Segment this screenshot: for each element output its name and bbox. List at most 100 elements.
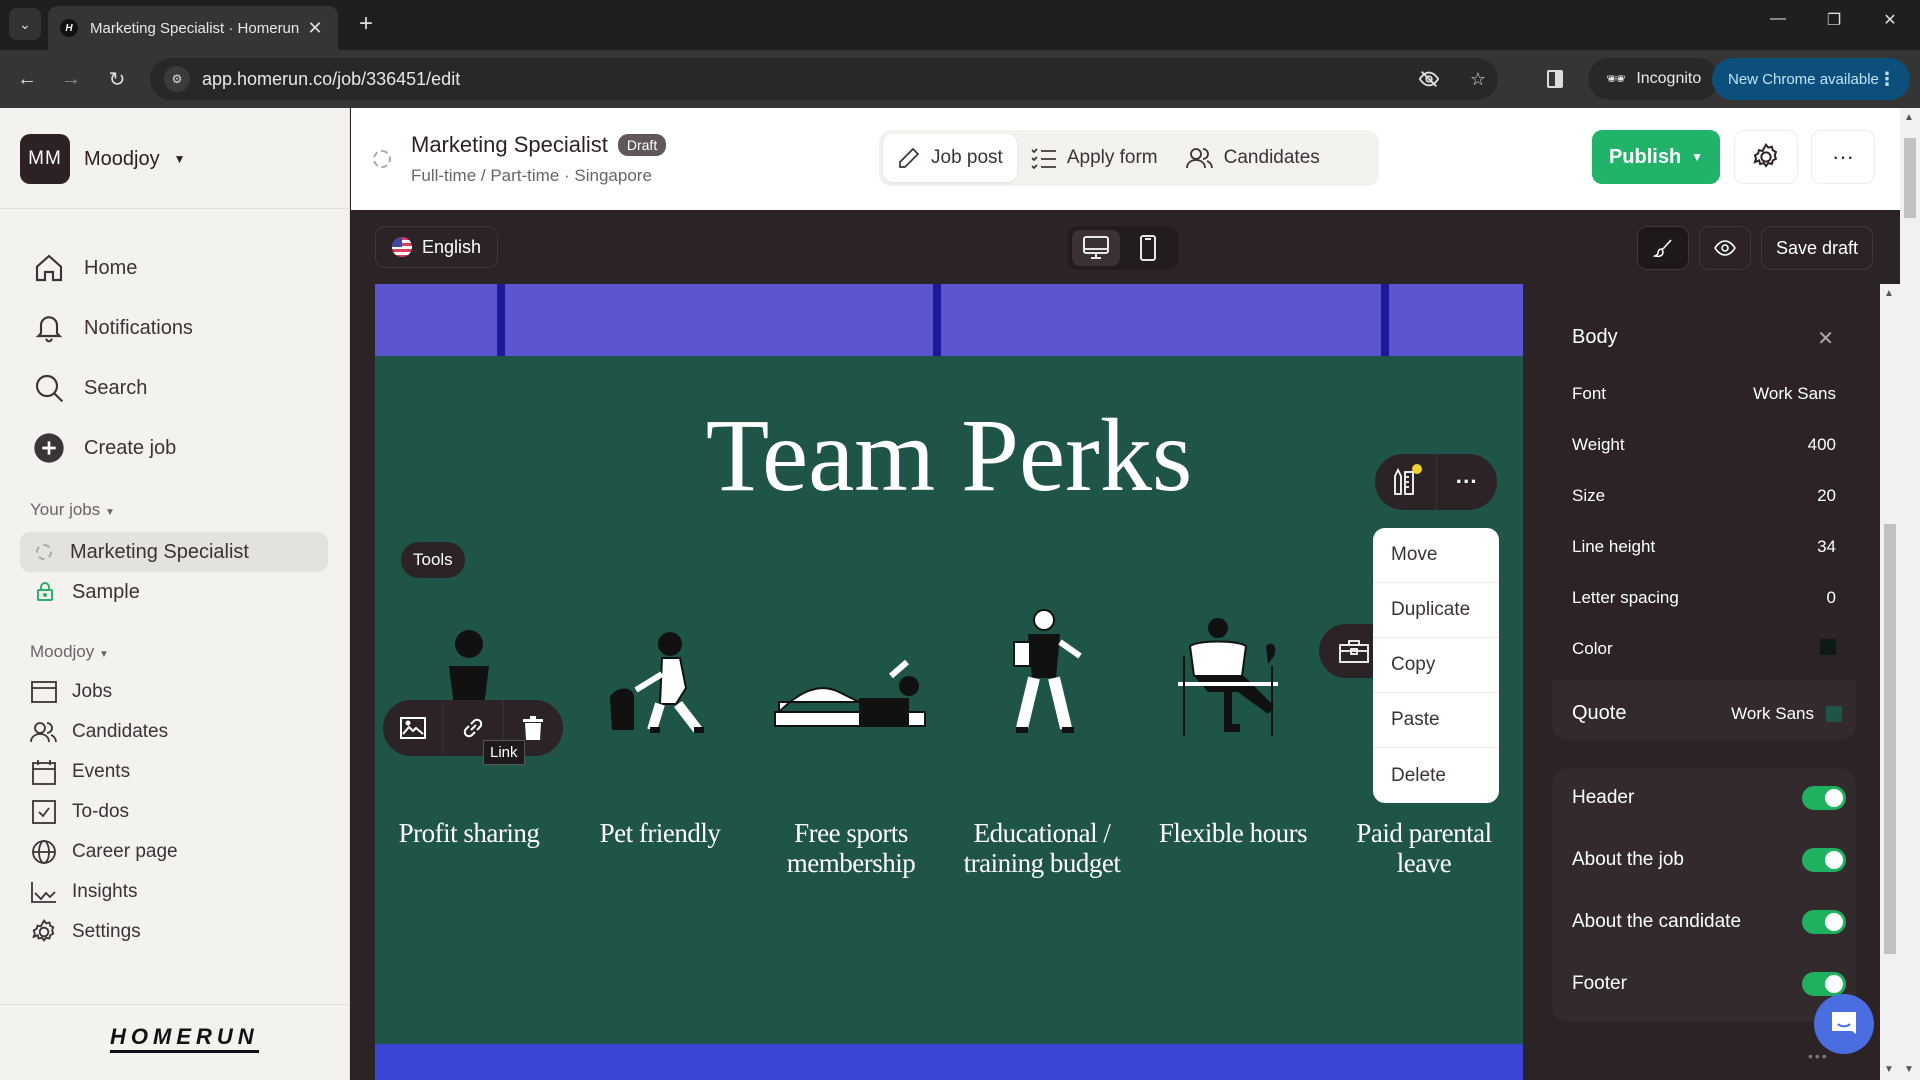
tab-candidates[interactable]: Candidates — [1172, 134, 1334, 182]
scroll-up-icon[interactable]: ▲ — [1904, 112, 1914, 123]
team-perks-section[interactable]: Team Perks Tools Profit sharing Pet frie… — [375, 356, 1523, 1044]
section-label: Footer — [1572, 973, 1627, 994]
browser-tab-bar: ⌄ H Marketing Specialist · Homerun ✕ + —… — [0, 0, 1920, 50]
browser-tab[interactable]: H Marketing Specialist · Homerun ✕ — [48, 6, 338, 50]
color-swatch[interactable] — [1820, 639, 1836, 655]
scrollbar-thumb[interactable] — [1884, 524, 1896, 954]
prop-size[interactable]: Size 20 — [1572, 486, 1836, 506]
prop-letter-spacing[interactable]: Letter spacing 0 — [1572, 588, 1836, 608]
sidebar-item-search[interactable]: Search — [32, 358, 193, 418]
scroll-up-icon[interactable]: ▲ — [1884, 288, 1894, 299]
close-window-icon[interactable]: ✕ — [1870, 10, 1910, 30]
job-view-tabs: Job post Apply form Candidates — [879, 130, 1379, 186]
perk-illustration[interactable] — [761, 596, 941, 736]
toggle-switch[interactable] — [1802, 910, 1846, 934]
prop-color[interactable]: Color — [1572, 639, 1836, 659]
your-jobs-section-toggle[interactable]: Your jobs ▼ — [30, 500, 115, 520]
replace-image-button[interactable] — [383, 700, 444, 756]
menu-item-copy[interactable]: Copy — [1373, 638, 1499, 693]
publish-button[interactable]: Publish ▼ — [1592, 130, 1720, 184]
perk-label[interactable]: Free sports membership — [761, 818, 941, 878]
perk-item[interactable]: Pet friendly — [570, 596, 750, 848]
perk-illustration[interactable] — [1143, 596, 1323, 736]
workspace-switcher[interactable]: MM Moodjoy ▼ — [20, 134, 186, 184]
sidebar-item-insights[interactable]: Insights — [30, 872, 178, 912]
color-swatch[interactable] — [1826, 705, 1842, 722]
prop-line-height[interactable]: Line height 34 — [1572, 537, 1836, 557]
menu-item-delete[interactable]: Delete — [1373, 748, 1499, 803]
perk-illustration[interactable] — [570, 596, 750, 736]
bookmark-star-icon[interactable]: ☆ — [1458, 69, 1498, 90]
section-title[interactable]: Team Perks — [375, 396, 1523, 516]
support-chat-button[interactable] — [1814, 994, 1874, 1054]
toggle-switch[interactable] — [1802, 786, 1846, 810]
kebab-menu-icon[interactable]: ⋮ — [1878, 69, 1896, 90]
perk-label[interactable]: Pet friendly — [570, 818, 750, 848]
restore-icon[interactable]: ❐ — [1814, 10, 1854, 30]
job-settings-button[interactable] — [1734, 130, 1798, 184]
sidebar-item-candidates[interactable]: Candidates — [30, 712, 178, 752]
perk-label[interactable]: Educational / training budget — [952, 818, 1132, 878]
homerun-logo[interactable]: HOMERUN — [110, 1026, 259, 1053]
reload-button[interactable]: ↻ — [102, 64, 132, 94]
scrollbar-thumb[interactable] — [1904, 138, 1916, 218]
tab-apply-form[interactable]: Apply form — [1017, 134, 1172, 182]
tab-job-post[interactable]: Job post — [883, 134, 1017, 182]
preview-button[interactable] — [1699, 226, 1751, 270]
perk-illustration[interactable] — [952, 596, 1132, 736]
new-chrome-available-button[interactable]: New Chrome available ⋮ — [1712, 58, 1910, 100]
sidebar-item-home[interactable]: Home — [32, 238, 193, 298]
page-scrollbar[interactable]: ▲ ▼ — [1900, 108, 1920, 1080]
desktop-preview-button[interactable] — [1072, 230, 1120, 266]
minimize-icon[interactable]: — — [1758, 10, 1798, 28]
menu-item-duplicate[interactable]: Duplicate — [1373, 583, 1499, 638]
sidebar-item-notifications[interactable]: Notifications — [32, 298, 193, 358]
url-text[interactable]: app.homerun.co/job/336451/edit — [202, 69, 1418, 90]
perk-item[interactable]: Free sports membership — [761, 596, 941, 878]
forward-button[interactable]: → — [56, 64, 86, 94]
mobile-preview-button[interactable] — [1124, 230, 1172, 266]
address-bar[interactable]: ⚙ app.homerun.co/job/336451/edit ☆ — [150, 58, 1498, 100]
sidebar-item-events[interactable]: Events — [30, 752, 178, 792]
panel-scrollbar[interactable]: ▲ ▼ — [1880, 284, 1900, 1080]
reload-icon: ↻ — [108, 68, 126, 91]
block-style-button[interactable] — [1375, 454, 1437, 510]
sidebar-item-career-page[interactable]: Career page — [30, 832, 178, 872]
block-more-button[interactable]: ··· — [1437, 454, 1498, 510]
save-draft-button[interactable]: Save draft — [1761, 226, 1873, 270]
language-selector[interactable]: English — [375, 226, 499, 268]
back-button[interactable]: ← — [12, 64, 42, 94]
incognito-indicator[interactable]: 🕶 Incognito — [1588, 58, 1720, 100]
perk-label[interactable]: Paid parental leave — [1334, 818, 1514, 878]
more-options-button[interactable]: ··· — [1811, 130, 1875, 184]
workspace-section-toggle[interactable]: Moodjoy ▼ — [30, 642, 109, 662]
perk-item[interactable]: Flexible hours — [1143, 596, 1323, 848]
sidebar-item-jobs[interactable]: Jobs — [30, 672, 178, 712]
prop-weight[interactable]: Weight 400 — [1572, 435, 1836, 455]
prop-value: 0 — [1826, 588, 1836, 607]
new-tab-button[interactable]: + — [352, 10, 380, 38]
scroll-down-icon[interactable]: ▼ — [1884, 1064, 1894, 1075]
perk-label[interactable]: Flexible hours — [1143, 818, 1323, 848]
eye-off-icon[interactable] — [1418, 68, 1458, 90]
style-brush-button[interactable] — [1637, 226, 1689, 270]
sidebar-job-marketing-specialist[interactable]: Marketing Specialist — [20, 532, 328, 572]
close-tab-icon[interactable]: ✕ — [304, 18, 326, 39]
scroll-down-icon[interactable]: ▼ — [1904, 1064, 1914, 1075]
perk-label[interactable]: Profit sharing — [379, 818, 559, 848]
tab-search-button[interactable]: ⌄ — [9, 8, 41, 40]
side-panel-button[interactable] — [1540, 64, 1570, 94]
sidebar-job-sample[interactable]: Sample — [20, 572, 328, 612]
site-settings-icon[interactable]: ⚙ — [164, 66, 190, 92]
sidebar-item-create-job[interactable]: Create job — [32, 418, 193, 478]
menu-item-paste[interactable]: Paste — [1373, 693, 1499, 748]
quote-style-row[interactable]: Quote Work Sans — [1572, 702, 1842, 725]
sidebar-item-todos[interactable]: To-dos — [30, 792, 178, 832]
perk-item[interactable]: Educational / training budget — [952, 596, 1132, 878]
toggle-switch[interactable] — [1802, 972, 1846, 996]
prop-font[interactable]: Font Work Sans — [1572, 384, 1836, 404]
close-icon[interactable]: ✕ — [1817, 326, 1834, 351]
toggle-switch[interactable] — [1802, 848, 1846, 872]
sidebar-item-settings[interactable]: Settings — [30, 912, 178, 952]
menu-item-move[interactable]: Move — [1373, 528, 1499, 583]
